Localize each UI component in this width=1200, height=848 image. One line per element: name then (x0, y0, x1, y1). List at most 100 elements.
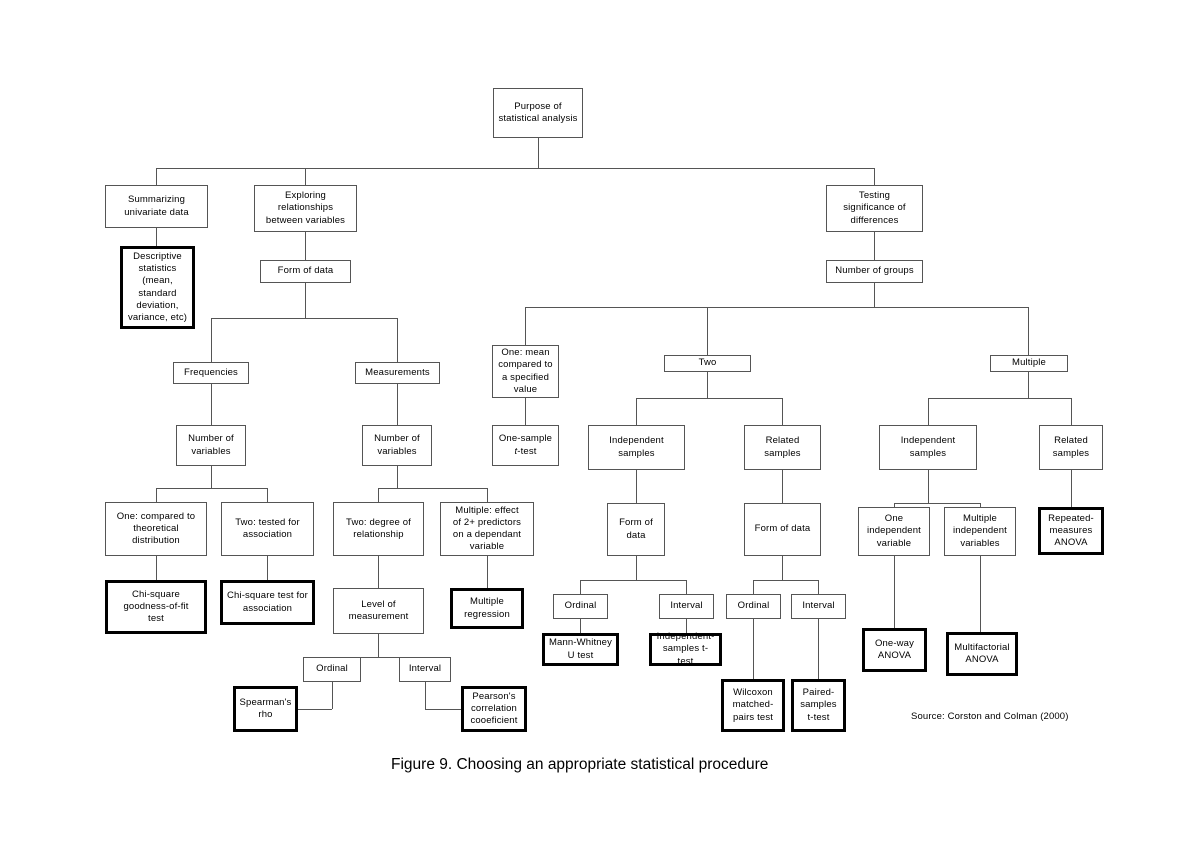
node-multiple-regression[interactable]: Multiple regression (450, 588, 524, 629)
node-chi-square-goodness-of-fit[interactable]: Chi-square goodness-of-fit test (105, 580, 207, 634)
connector (928, 470, 929, 503)
connector (487, 556, 488, 588)
node-frequencies[interactable]: Frequencies (173, 362, 249, 384)
connector (156, 228, 157, 246)
connector (636, 398, 637, 425)
node-number-of-variables-frequencies[interactable]: Number of variables (176, 425, 246, 466)
connector (753, 580, 754, 594)
node-number-of-variables-measurements[interactable]: Number of variables (362, 425, 432, 466)
node-spearmans-rho[interactable]: Spearman's rho (233, 686, 298, 732)
node-summarizing-univariate-data[interactable]: Summarizing univariate data (105, 185, 208, 228)
node-two-tested-association[interactable]: Two: tested for association (221, 502, 314, 556)
node-chi-square-test-association[interactable]: Chi-square test for association (220, 580, 315, 625)
node-measurements[interactable]: Measurements (355, 362, 440, 384)
node-exploring-relationships[interactable]: Exploring relationships between variable… (254, 185, 357, 232)
node-independent-samples-t-test[interactable]: Independent- samples t-test (649, 631, 722, 667)
node-repeated-measures-anova[interactable]: Repeated- measures ANOVA (1038, 507, 1104, 555)
connector (636, 556, 637, 580)
connector (1071, 470, 1072, 507)
node-root[interactable]: Purpose of statistical analysis (493, 88, 583, 138)
node-two-degree-relationship[interactable]: Two: degree of relationship (333, 502, 424, 556)
connector (1028, 307, 1029, 355)
node-two-groups[interactable]: Two (664, 355, 751, 372)
connector (580, 619, 581, 633)
connector (487, 488, 488, 502)
connector (397, 466, 398, 488)
node-multiple-effect-predictors[interactable]: Multiple: effect of 2+ predictors on a d… (440, 502, 534, 556)
node-one-way-anova[interactable]: One-way ANOVA (862, 628, 927, 672)
node-mann-whitney-u-test[interactable]: Mann-Whitney U test (542, 633, 619, 666)
node-multifactorial-anova[interactable]: Multifactorial ANOVA (946, 632, 1018, 676)
connector (378, 634, 379, 657)
connector (636, 470, 637, 503)
node-form-of-data-related[interactable]: Form of data (744, 503, 821, 556)
connector (378, 556, 379, 588)
connector (156, 556, 157, 580)
connector (156, 488, 267, 489)
connector (894, 503, 980, 504)
node-interval-level[interactable]: Interval (399, 657, 451, 682)
connector (425, 709, 461, 710)
connector (525, 307, 526, 345)
connector (636, 398, 782, 399)
connector (378, 488, 379, 502)
connector (580, 580, 581, 594)
connector (538, 138, 539, 168)
node-one-mean-compared[interactable]: One: mean compared to a specified value (492, 345, 559, 398)
connector (1071, 398, 1072, 425)
connector (305, 168, 306, 185)
connector (156, 168, 157, 185)
node-ordinal-level[interactable]: Ordinal (303, 657, 361, 682)
node-number-of-groups[interactable]: Number of groups (826, 260, 923, 283)
connector (156, 168, 875, 169)
connector (686, 580, 687, 594)
connector (782, 470, 783, 503)
node-level-of-measurement[interactable]: Level of measurement (333, 588, 424, 634)
node-related-samples-multiple[interactable]: Related samples (1039, 425, 1103, 470)
connector (580, 580, 686, 581)
connector (928, 398, 1071, 399)
node-independent-samples-multiple[interactable]: Independent samples (879, 425, 977, 470)
connector (525, 398, 526, 425)
connector (894, 556, 895, 628)
node-one-independent-variable[interactable]: One independent variable (858, 507, 930, 556)
node-multiple-independent-variables[interactable]: Multiple independent variables (944, 507, 1016, 556)
connector (211, 318, 212, 362)
node-interval-related[interactable]: Interval (791, 594, 846, 619)
connector (378, 488, 487, 489)
node-related-samples-two[interactable]: Related samples (744, 425, 821, 470)
node-pearsons-correlation-coefficient[interactable]: Pearson's correlation cooeficient (461, 686, 527, 732)
connector (753, 580, 818, 581)
connector (874, 168, 875, 185)
connector (305, 232, 306, 260)
connector (305, 283, 306, 318)
connector (753, 619, 754, 679)
node-form-of-data-top[interactable]: Form of data (260, 260, 351, 283)
connector (298, 709, 332, 710)
connector (211, 318, 397, 319)
node-one-compared-theoretical[interactable]: One: compared to theoretical distributio… (105, 502, 207, 556)
connector (874, 283, 875, 307)
connector (267, 556, 268, 580)
connector (525, 307, 1029, 308)
node-interval-independent[interactable]: Interval (659, 594, 714, 619)
source-credit: Source: Corston and Colman (2000) (911, 711, 1069, 722)
connector (928, 398, 929, 425)
connector (156, 488, 157, 502)
figure-canvas: Purpose of statistical analysis Summariz… (0, 0, 1200, 848)
node-descriptive-statistics[interactable]: Descriptive statistics (mean, standard d… (120, 246, 195, 329)
connector (782, 398, 783, 425)
node-one-sample-t-test[interactable]: One-sample t-test (492, 425, 559, 466)
node-ordinal-related[interactable]: Ordinal (726, 594, 781, 619)
node-form-of-data-independent[interactable]: Form of data (607, 503, 665, 556)
node-ordinal-independent[interactable]: Ordinal (553, 594, 608, 619)
node-independent-samples-two[interactable]: Independent samples (588, 425, 685, 470)
node-paired-samples-t-test[interactable]: Paired- samples t-test (791, 679, 846, 732)
connector (211, 384, 212, 425)
node-wilcoxon-matched-pairs-test[interactable]: Wilcoxon matched- pairs test (721, 679, 785, 732)
node-multiple-groups[interactable]: Multiple (990, 355, 1068, 372)
node-testing-significance[interactable]: Testing significance of differences (826, 185, 923, 232)
connector (818, 619, 819, 679)
connector (397, 318, 398, 362)
connector (332, 682, 333, 709)
